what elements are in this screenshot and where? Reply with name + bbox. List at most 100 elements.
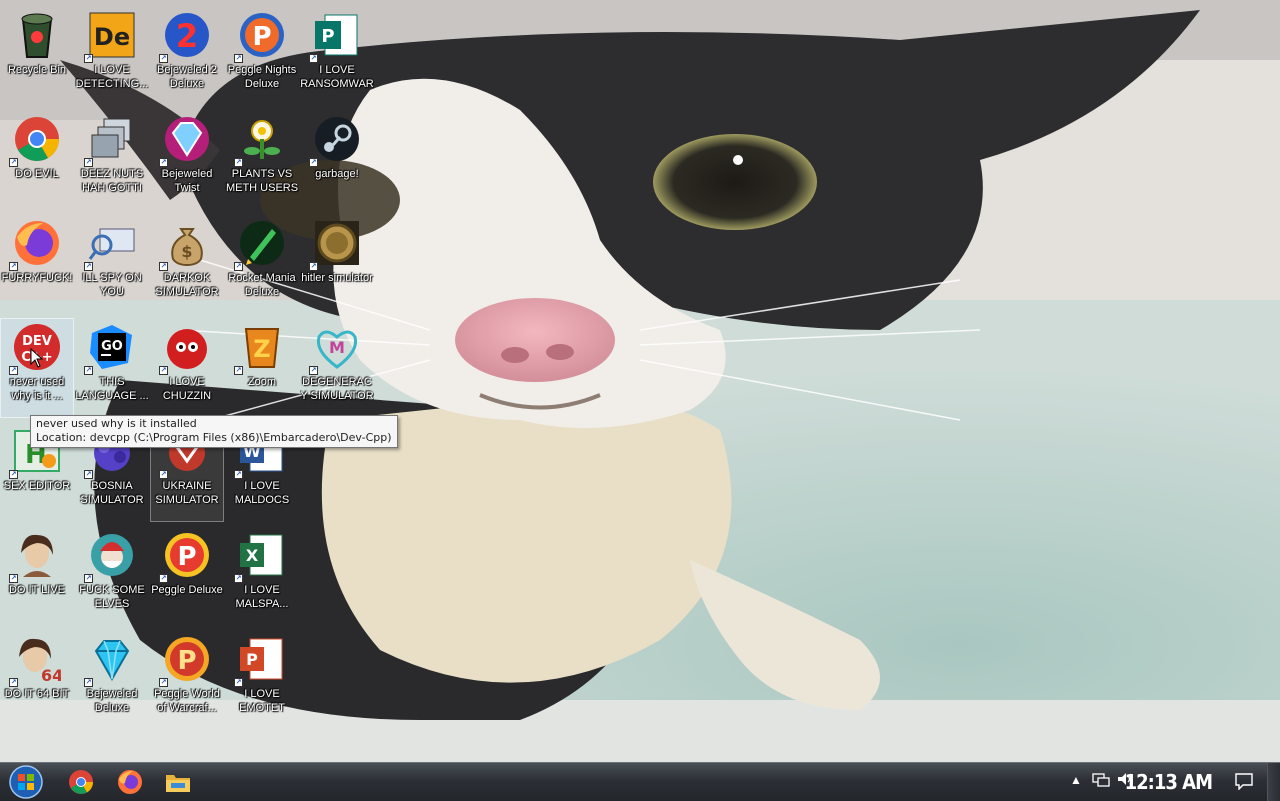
desktop-icon-detect-it-easy[interactable]: De ↗ I LOVE DETECTING... <box>75 6 149 106</box>
svg-text:2: 2 <box>176 17 198 55</box>
desktop-icon-label: garbage! <box>315 168 359 180</box>
desktop-icon-bejeweled-deluxe[interactable]: ↗ Bejeweled Deluxe <box>75 630 149 730</box>
plants-vs-zombies-icon: ↗ <box>234 115 286 167</box>
recycle-bin-icon <box>13 11 61 59</box>
svg-text:DEV: DEV <box>22 334 52 349</box>
desktop-icon-deez-nuts[interactable]: ↗ DEEZ NUTS HAH GOTTI <box>75 110 149 210</box>
desktop-icon-garbage[interactable]: ↗ garbage! <box>300 110 374 210</box>
portrait-64-icon: 64 ↗ <box>9 635 61 687</box>
desktop-icon-label: DO EVIL <box>15 168 59 180</box>
desktop-icon-label: THIS LANGUAGE ... <box>75 376 149 402</box>
stacked-windows-icon: ↗ <box>84 115 136 167</box>
desktop-icon-peggle-nights[interactable]: P ↗ Peggle Nights Deluxe <box>225 6 299 106</box>
icon-tooltip: never used why is it installed Location:… <box>30 415 398 448</box>
firefox-icon: ↗ <box>9 219 61 271</box>
desktop-icon-label: ILL SPY ON YOU <box>82 272 142 298</box>
coin-icon: ↗ <box>309 219 361 271</box>
desktop-icon-label: Bejeweled Deluxe <box>86 688 138 714</box>
taskbar-chrome[interactable] <box>59 766 103 798</box>
desktop-icon-degeneracy-simulator[interactable]: M ↗ DEGENERACY SIMULATOR <box>300 318 374 418</box>
desktop-icon-label: I LOVE MALSPA... <box>235 584 289 610</box>
desktop-icon-darkok-simulator[interactable]: $ ↗ DARKOK SIMULATOR <box>150 214 224 314</box>
money-bag-icon: $ ↗ <box>159 219 211 271</box>
steam-icon: ↗ <box>309 115 361 167</box>
svg-text:M: M <box>329 338 345 357</box>
desktop-icon-bejeweled-twist[interactable]: ↗ Bejeweled Twist <box>150 110 224 210</box>
desktop-icon-label: Zoom <box>247 376 277 388</box>
desktop-icon-label: I LOVE RANSOMWARE <box>300 64 374 90</box>
desktop-icon-label: BOSNIA SIMULATOR <box>80 480 144 506</box>
chrome-icon: ↗ <box>9 115 61 167</box>
desktop-icon-plants-vs-meth[interactable]: ↗ PLANTS VS METH USERS <box>225 110 299 210</box>
desktop-icon-label: Recycle Bin <box>7 64 67 76</box>
svg-text:$: $ <box>181 242 192 261</box>
santa-globe-icon: ↗ <box>84 531 136 583</box>
svg-text:De: De <box>94 23 130 51</box>
desktop-icon-ill-spy[interactable]: ↗ ILL SPY ON YOU <box>75 214 149 314</box>
publisher-icon: P ↗ <box>309 11 361 63</box>
peggle-wow-icon: P ↗ <box>159 635 211 687</box>
chuzzle-icon: ↗ <box>159 323 211 375</box>
taskbar-firefox[interactable] <box>108 766 152 798</box>
firefox-icon <box>118 770 142 794</box>
desktop-icon-i-love-malspam[interactable]: X ↗ I LOVE MALSPA... <box>225 526 299 626</box>
action-center-icon[interactable] <box>1234 772 1254 793</box>
desktop-icon-label: DARKOK SIMULATOR <box>155 272 219 298</box>
desktop-icon-fuck-some-elves[interactable]: ↗ FUCK SOME ELVES <box>75 526 149 626</box>
desktop-icon-recycle-bin[interactable]: Recycle Bin <box>0 6 74 106</box>
desktop-icon-rocket-mania[interactable]: ↗ Rocket Mania Deluxe <box>225 214 299 314</box>
desktop-icon-label: hitler simulator <box>301 272 373 284</box>
excel-icon: X ↗ <box>234 531 286 583</box>
desktop-icon-label: DEGENERACY SIMULATOR <box>300 376 374 402</box>
goland-icon: GO ↗ <box>84 323 136 375</box>
mouse-pointer-icon <box>30 347 44 373</box>
show-hidden-icons-chevron-icon[interactable]: ▲ <box>1070 773 1082 787</box>
desktop-icon-peggle-deluxe[interactable]: P ↗ Peggle Deluxe <box>150 526 224 626</box>
desktop-icon-this-language[interactable]: GO ↗ THIS LANGUAGE ... <box>75 318 149 418</box>
show-desktop-button[interactable] <box>1267 763 1280 801</box>
desktop-icon-peggle-wow[interactable]: P ↗ Peggle World of Warcraf... <box>150 630 224 730</box>
svg-text:GO: GO <box>101 339 123 354</box>
zuma-icon: Z ↗ <box>234 323 286 375</box>
desktop-icon-label: FUCK SOME ELVES <box>79 584 145 610</box>
desktop-icon-i-love-ransomware[interactable]: P ↗ I LOVE RANSOMWARE <box>300 6 374 106</box>
desktop-icon-label: never used why is it ... <box>9 376 65 402</box>
desktop-icon-do-it-64-bit[interactable]: 64 ↗ DO IT 64 BIT <box>0 630 74 730</box>
desktop-icon-label: PLANTS VS METH USERS <box>225 168 299 194</box>
svg-text:64: 64 <box>41 666 61 683</box>
desktop-icon-zoom[interactable]: Z ↗ Zoom <box>225 318 299 418</box>
chrome-icon <box>69 770 93 794</box>
desktop-icon-do-evil[interactable]: ↗ DO EVIL <box>0 110 74 210</box>
desktop-icon-do-it-live[interactable]: ↗ DO IT LIVE <box>0 526 74 626</box>
desktop-icon-grid: Recycle Bin ↗ DO EVIL ↗ FURRYFUCK! DEVC+… <box>0 0 380 760</box>
svg-text:P: P <box>177 646 196 676</box>
desktop-icon-label: SEX EDITOR <box>3 480 71 492</box>
system-tray: ▲ 12:13 AM <box>1060 763 1280 801</box>
start-button[interactable] <box>6 765 46 799</box>
peggle-icon: P ↗ <box>159 531 211 583</box>
svg-text:P: P <box>246 650 258 669</box>
bejeweled-twist-icon: ↗ <box>159 115 211 167</box>
desktop-icon-i-love-emotet[interactable]: P ↗ I LOVE EMOTET <box>225 630 299 730</box>
desktop-icon-chuzzle[interactable]: ↗ I LOVE CHUZZIN <box>150 318 224 418</box>
desktop-icon-label: UKRAINE SIMULATOR <box>155 480 219 506</box>
rocket-mania-icon: ↗ <box>234 219 286 271</box>
diamond-icon: ↗ <box>84 635 136 687</box>
svg-text:P: P <box>177 542 196 572</box>
desktop-icon-label: FURRYFUCK! <box>1 272 73 284</box>
desktop-icon-furryfuck[interactable]: ↗ FURRYFUCK! <box>0 214 74 314</box>
detect-it-easy-icon: De ↗ <box>84 11 136 63</box>
network-monitor-icon: ↗ <box>84 219 136 271</box>
desktop-icon-label: Peggle Deluxe <box>151 584 223 596</box>
taskbar-clock[interactable]: 12:13 AM <box>1125 770 1213 794</box>
powerpoint-icon: P ↗ <box>234 635 286 687</box>
desktop-icon-label: I LOVE EMOTET <box>239 688 285 714</box>
network-icon[interactable] <box>1092 771 1110 790</box>
desktop-icon-label: Bejeweled Twist <box>161 168 213 194</box>
desktop-icon-bejeweled-2[interactable]: 2 ↗ Bejeweled 2 Deluxe <box>150 6 224 106</box>
taskbar-file-explorer[interactable] <box>156 766 200 798</box>
desktop-icon-label: Peggle Nights Deluxe <box>227 64 297 90</box>
svg-text:P: P <box>252 22 271 52</box>
desktop-icon-hitler-simulator[interactable]: ↗ hitler simulator <box>300 214 374 314</box>
desktop-icon-label: DEEZ NUTS HAH GOTTI <box>80 168 144 194</box>
